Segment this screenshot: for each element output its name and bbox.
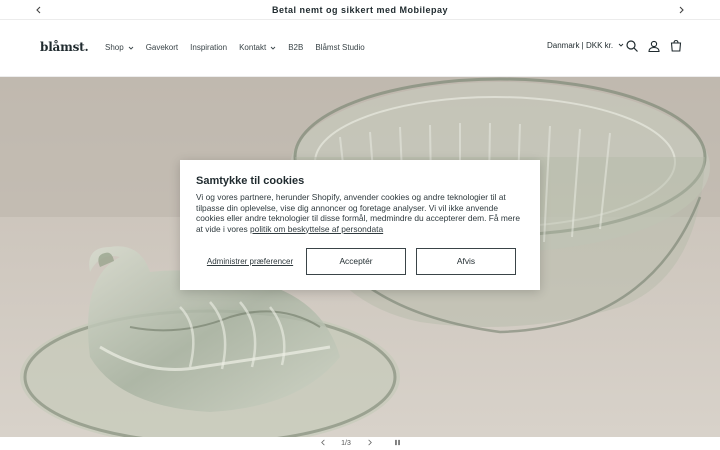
announcement-bar: Betal nemt og sikkert med Mobilepay [0,0,720,20]
cookie-actions: Administrer præferencer Acceptér Afvis [196,247,526,275]
chevron-down-icon [270,44,276,50]
privacy-policy-link[interactable]: politik om beskyttelse af persondata [250,224,383,234]
decline-button[interactable]: Afvis [416,247,516,275]
nav-item-label: Blåmst Studio [315,42,365,52]
nav-item-label: Kontakt [239,42,267,52]
chevron-right-icon[interactable] [360,439,378,448]
account-icon[interactable] [647,39,661,53]
cookie-body: Vi og vores partnere, herunder Shopify, … [196,192,524,234]
nav-item-b2b[interactable]: B2B [288,41,303,53]
slide-counter: 1/3 [341,440,351,447]
nav-item-label: Inspiration [190,42,228,52]
main-nav: Shop Gavekort Inspiration Kontakt B2B Bl… [105,41,377,53]
nav-item-label: Shop [105,42,124,52]
locale-selector[interactable]: Danmark | DKK kr. [547,41,624,50]
pause-icon[interactable] [388,439,406,448]
site-header: blåmst. Shop Gavekort Inspiration Kontak… [0,21,720,77]
search-icon[interactable] [625,39,639,53]
cookie-consent-banner: Samtykke til cookies Vi og vores partner… [180,160,540,290]
chevron-right-icon[interactable] [674,3,688,17]
accept-button[interactable]: Acceptér [306,247,406,275]
nav-item-label: Gavekort [145,42,179,52]
chevron-down-icon [618,41,624,50]
nav-item-inspiration[interactable]: Inspiration [190,41,227,53]
nav-item-studio[interactable]: Blåmst Studio [315,41,364,53]
manage-preferences-link[interactable]: Administrer præferencer [196,257,304,266]
announcement-text: Betal nemt og sikkert med Mobilepay [271,4,449,15]
chevron-down-icon [128,44,134,50]
cart-icon[interactable] [669,39,683,53]
nav-item-gavekort[interactable]: Gavekort [146,41,178,53]
slideshow-controls: 1/3 [0,437,720,450]
logo[interactable]: blåmst. [40,40,89,54]
locale-label: Danmark | DKK kr. [547,41,614,50]
nav-item-shop[interactable]: Shop [105,41,134,53]
cookie-title: Samtykke til cookies [196,175,305,187]
chevron-left-icon[interactable] [32,3,46,17]
chevron-left-icon[interactable] [314,439,332,448]
nav-item-kontakt[interactable]: Kontakt [239,41,276,53]
nav-item-label: B2B [288,42,304,52]
